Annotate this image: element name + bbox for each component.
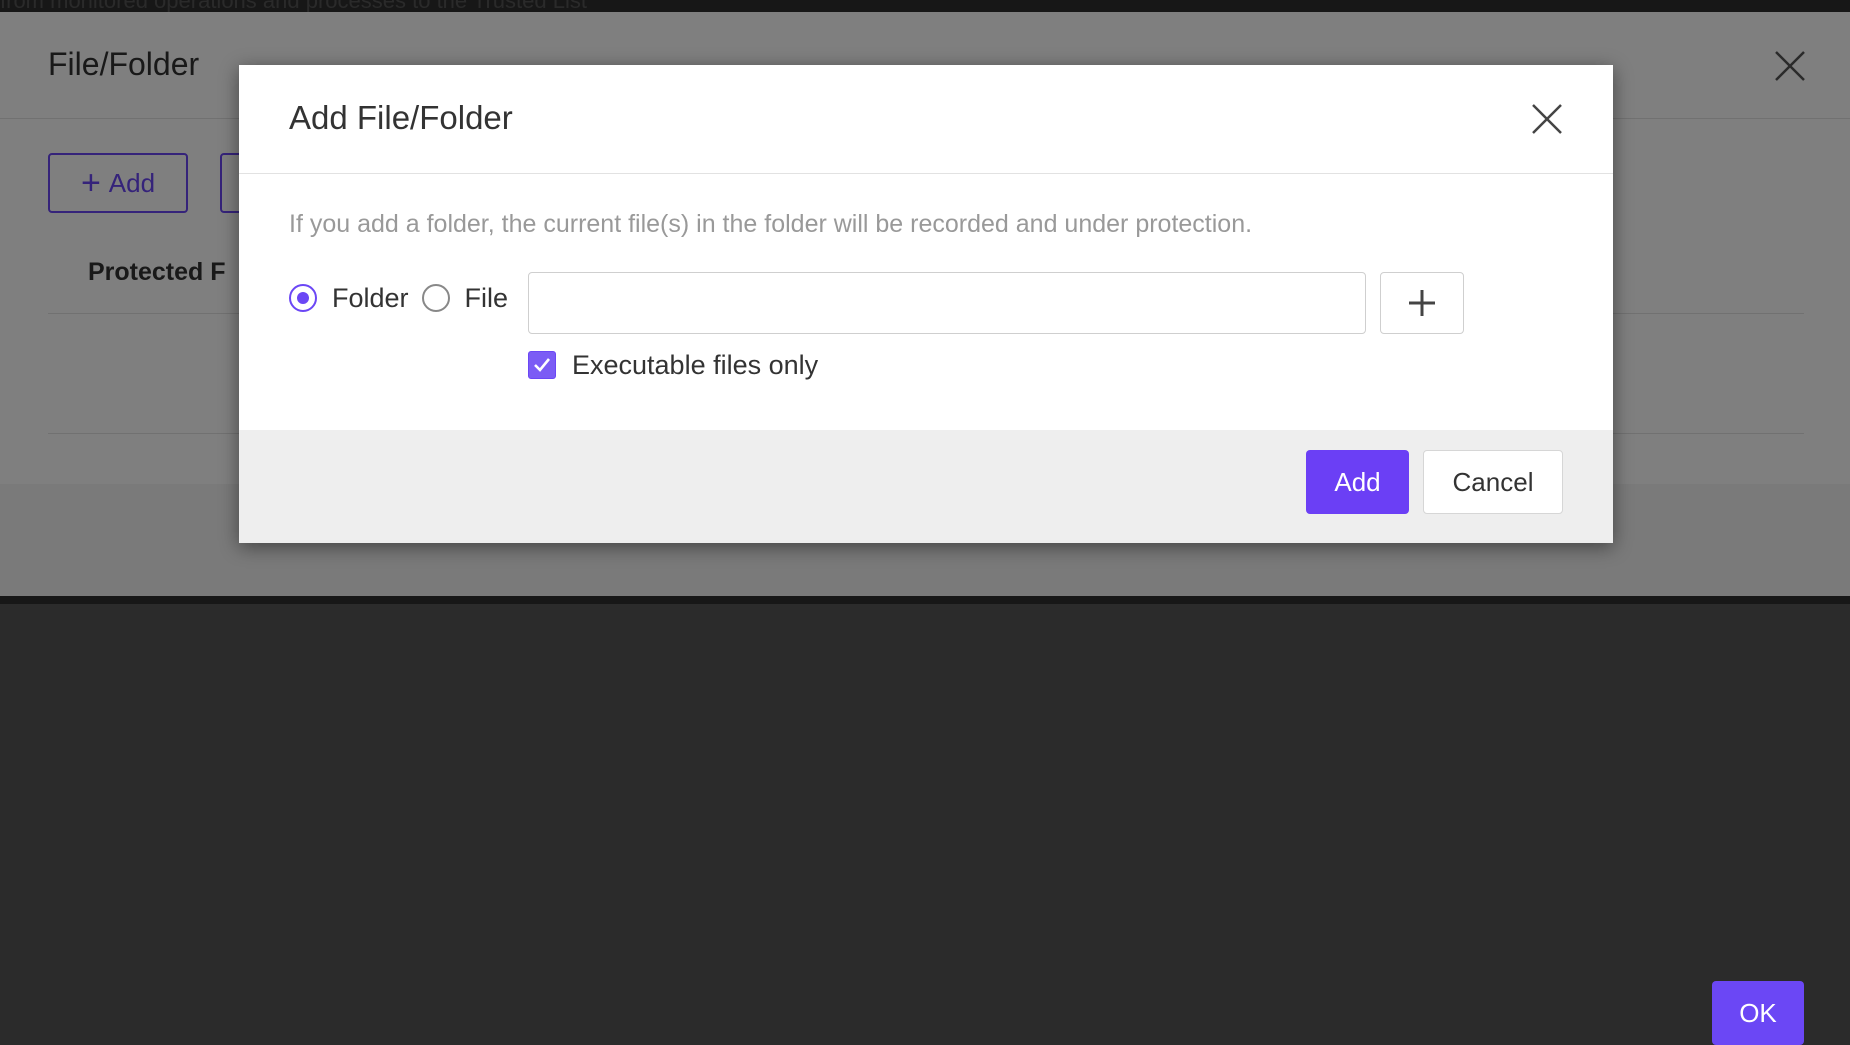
executable-only-label[interactable]: Executable files only xyxy=(572,350,818,381)
radio-file[interactable] xyxy=(421,284,450,312)
checkmark-icon xyxy=(534,358,551,372)
background-ok-button[interactable]: OK xyxy=(1712,981,1804,1045)
plus-icon xyxy=(1409,290,1435,316)
add-button[interactable]: Add xyxy=(1306,450,1409,514)
cancel-button[interactable]: Cancel xyxy=(1423,450,1563,514)
executable-only-row: Executable files only xyxy=(528,347,818,383)
close-icon[interactable] xyxy=(1529,101,1565,137)
radio-file-label[interactable]: File xyxy=(465,283,509,314)
dialog-footer: Add Cancel xyxy=(239,430,1613,543)
browse-add-button[interactable] xyxy=(1380,272,1464,334)
dialog-hint-text: If you add a folder, the current file(s)… xyxy=(289,210,1253,238)
type-radio-group: Folder File xyxy=(289,273,521,323)
radio-folder[interactable] xyxy=(289,284,317,312)
dialog-header: Add File/Folder xyxy=(239,65,1613,174)
path-input[interactable] xyxy=(528,272,1366,334)
radio-folder-label[interactable]: Folder xyxy=(332,283,409,314)
dialog-title: Add File/Folder xyxy=(289,99,513,136)
executable-only-checkbox[interactable] xyxy=(528,351,556,379)
add-file-folder-dialog: Add File/Folder If you add a folder, the… xyxy=(239,65,1613,543)
